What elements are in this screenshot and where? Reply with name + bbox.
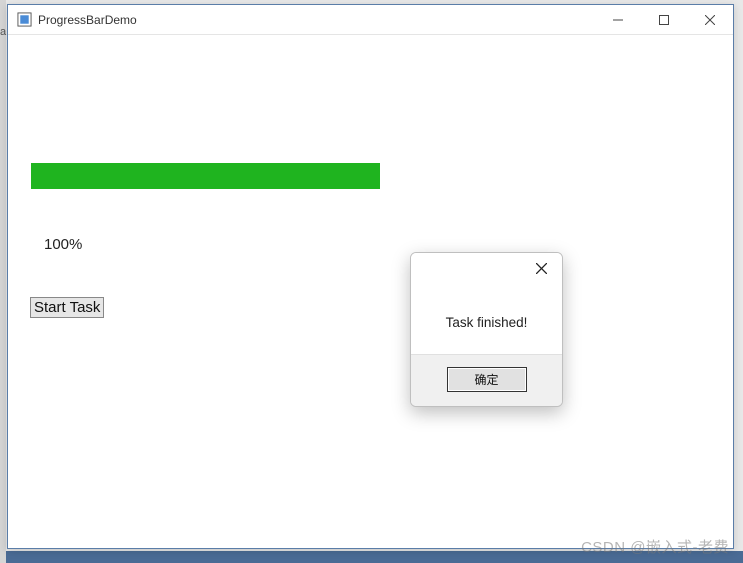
start-task-button[interactable]: Start Task	[30, 297, 104, 318]
main-window: ProgressBarDemo 100% Start Task Task fin…	[7, 4, 734, 549]
left-edge-strip: a	[0, 0, 6, 563]
dialog-message: Task finished!	[411, 283, 562, 354]
progress-bar	[31, 163, 380, 189]
minimize-button[interactable]	[595, 5, 641, 35]
minimize-icon	[613, 15, 623, 25]
dialog-titlebar	[411, 253, 562, 283]
dialog-close-button[interactable]	[520, 253, 562, 283]
close-icon	[536, 263, 547, 274]
client-area: 100% Start Task Task finished! 确定	[8, 35, 733, 548]
maximize-button[interactable]	[641, 5, 687, 35]
maximize-icon	[659, 15, 669, 25]
close-icon	[705, 15, 715, 25]
dialog-ok-button[interactable]: 确定	[447, 367, 527, 392]
left-edge-char: a	[0, 26, 6, 38]
watermark-text: CSDN @嵌入式-老费	[581, 536, 729, 557]
message-dialog: Task finished! 确定	[410, 252, 563, 407]
window-title: ProgressBarDemo	[38, 13, 137, 27]
dialog-footer: 确定	[411, 354, 562, 406]
progress-percent-label: 100%	[44, 236, 82, 253]
close-button[interactable]	[687, 5, 733, 35]
app-icon	[16, 12, 32, 28]
titlebar: ProgressBarDemo	[8, 5, 733, 35]
